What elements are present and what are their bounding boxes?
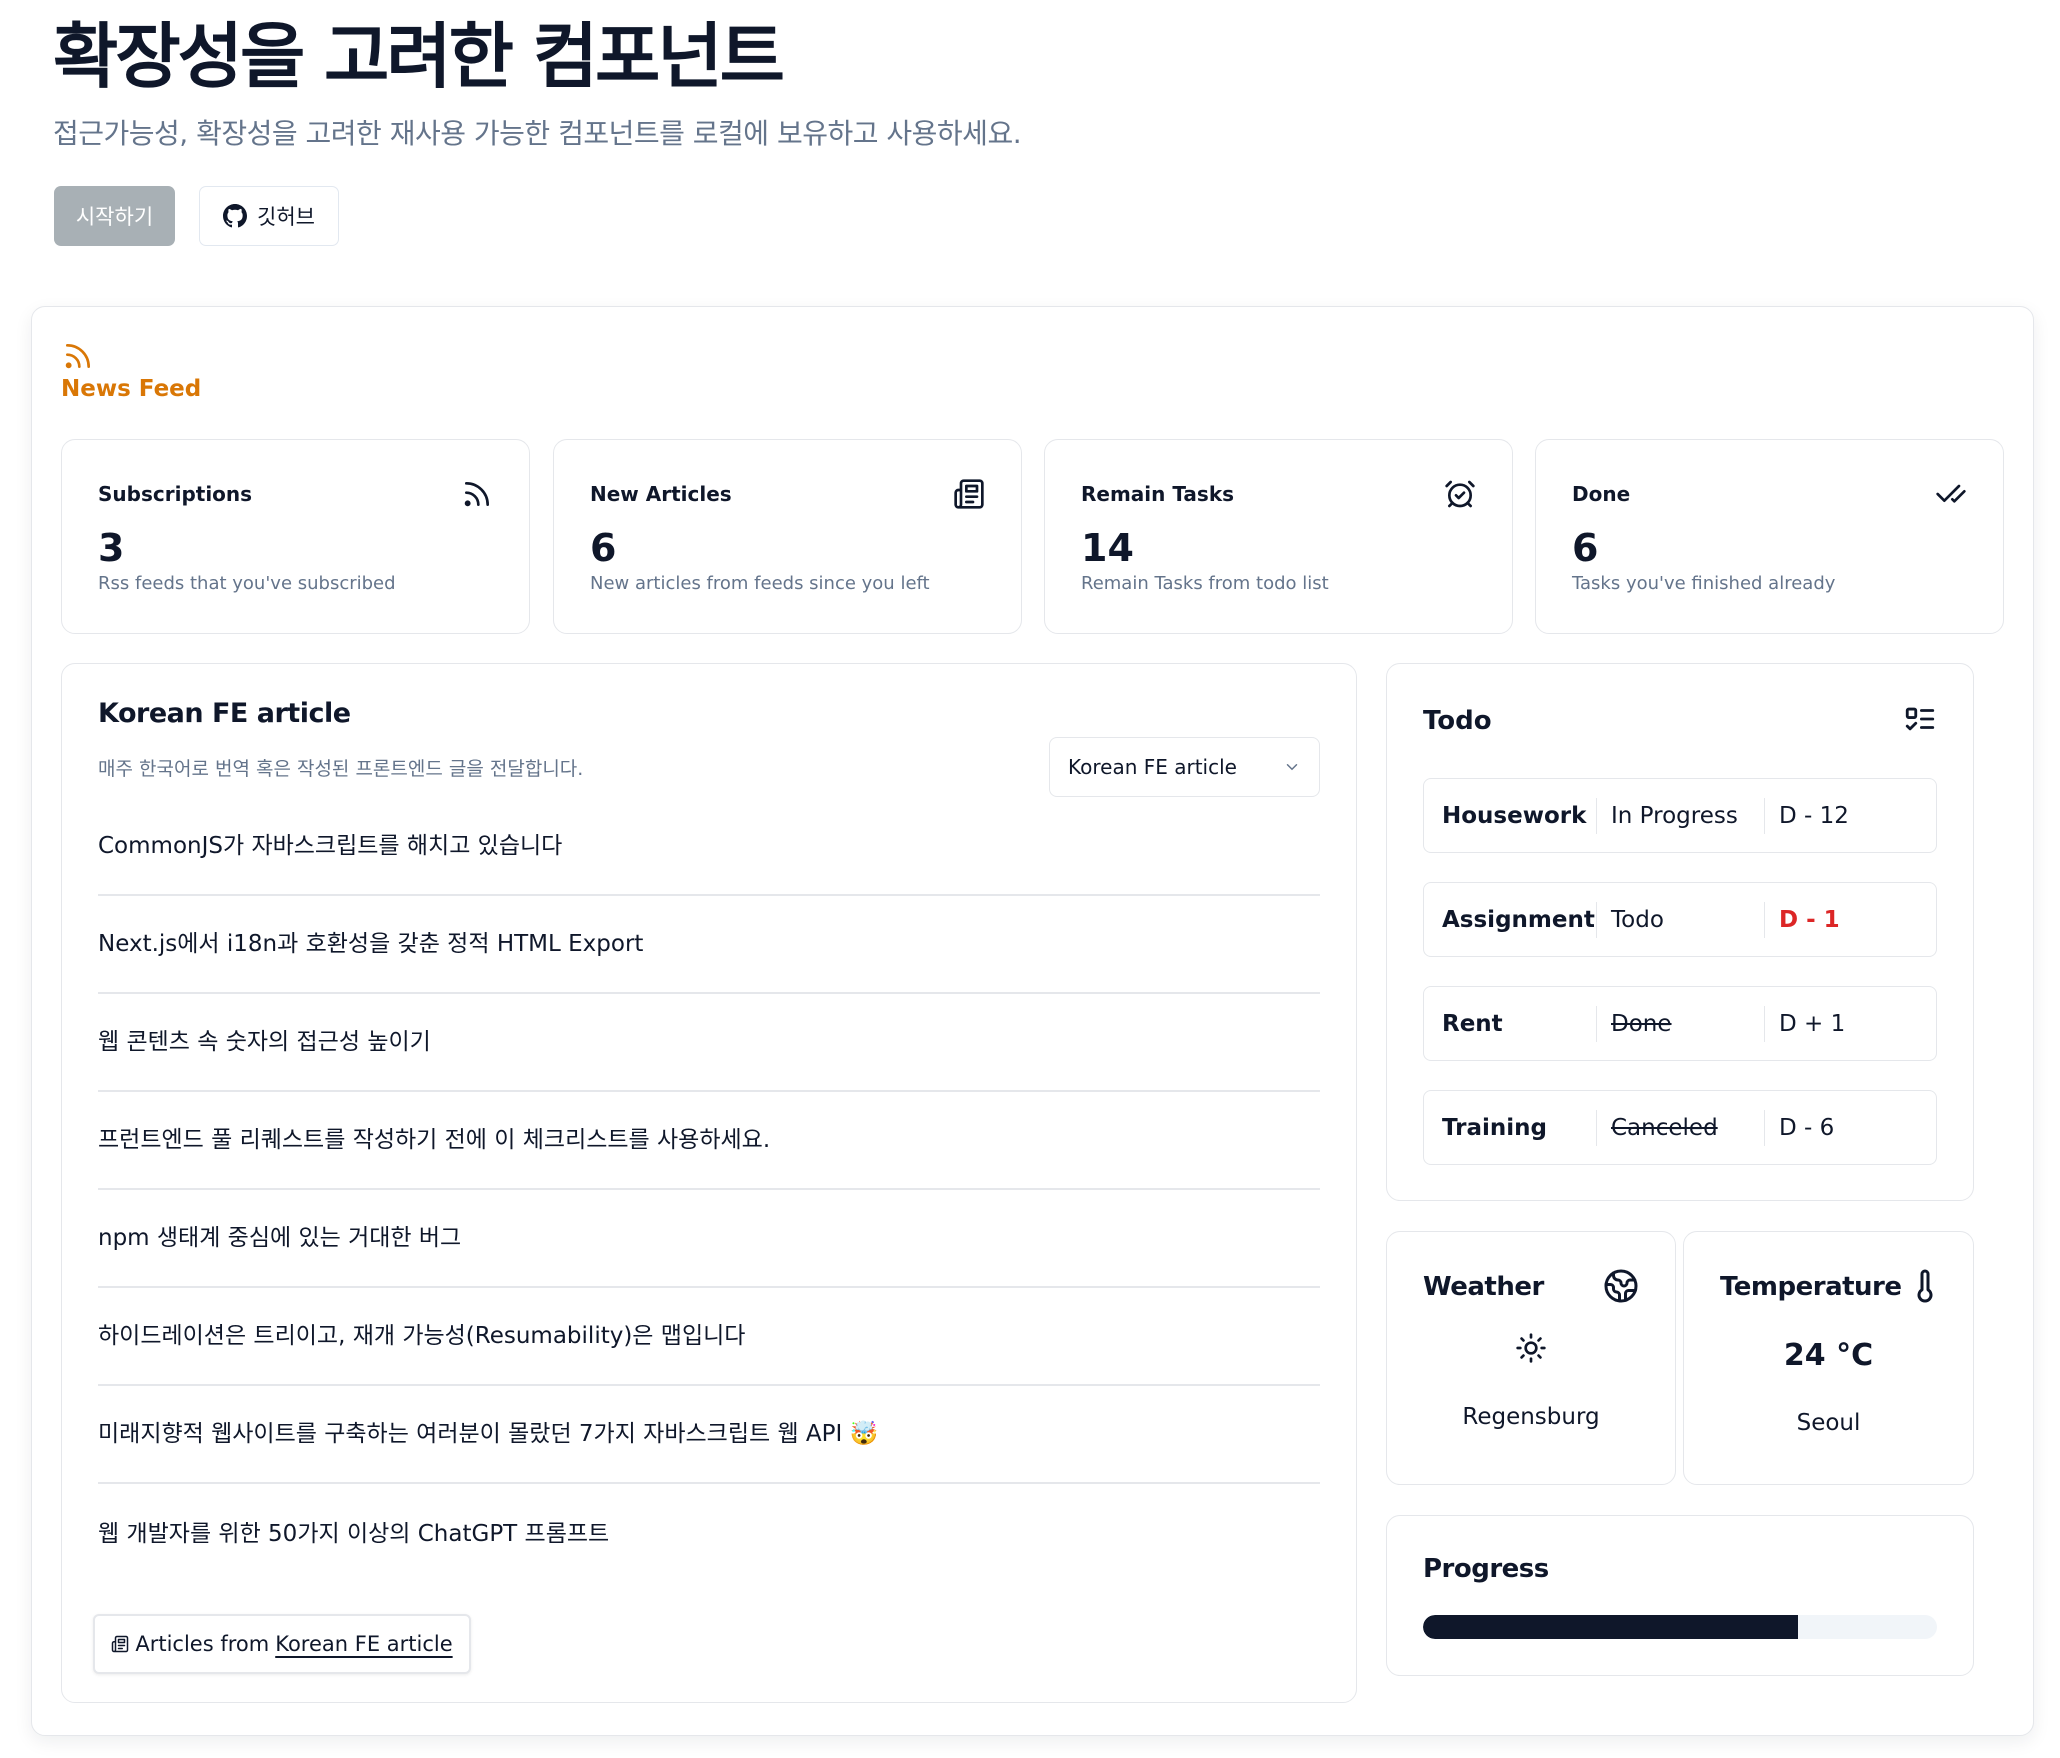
todo-status: Todo: [1596, 901, 1764, 938]
stat-value: 3: [98, 526, 125, 570]
articles-from-button[interactable]: Articles from Korean FE article: [93, 1614, 471, 1674]
stat-label: Done: [1572, 482, 1631, 506]
globe-icon: [1604, 1269, 1638, 1303]
stat-card-done: Done 6 Tasks you've finished already: [1535, 439, 2004, 634]
todo-title: Todo: [1423, 706, 1492, 736]
article-link[interactable]: CommonJS가 자바스크립트를 해치고 있습니다: [98, 798, 1320, 896]
list-todo-icon: [1905, 707, 1935, 731]
stat-value: 6: [1572, 526, 1599, 570]
todo-row[interactable]: Assignment Todo D - 1: [1423, 882, 1937, 957]
todo-name: Rent: [1442, 1010, 1503, 1037]
articles-from-label: Articles from: [135, 1632, 270, 1656]
page-subtitle: 접근가능성, 확장성을 고려한 재사용 가능한 컴포넌트를 로컬에 보유하고 사…: [53, 117, 1022, 150]
progress-bar: [1423, 1615, 1937, 1639]
github-icon: [223, 204, 248, 228]
articles-from-link[interactable]: Korean FE article: [275, 1632, 452, 1656]
article-link[interactable]: 하이드레이션은 트리이고, 재개 가능성(Resumability)은 맵입니다: [98, 1288, 1320, 1386]
article-card-title: Korean FE article: [98, 698, 351, 729]
weather-city: Regensburg: [1462, 1404, 1600, 1430]
temperature-title: Temperature: [1720, 1272, 1902, 1302]
temperature-city: Seoul: [1796, 1410, 1861, 1436]
todo-due: D - 12: [1764, 797, 1849, 834]
todo-name: Assignment: [1442, 906, 1595, 933]
news-feed-title: News Feed: [61, 376, 202, 402]
stat-description: Rss feeds that you've subscribed: [98, 573, 396, 594]
article-link[interactable]: 미래지향적 웹사이트를 구축하는 여러분이 몰랐던 7가지 자바스크립트 웹 A…: [98, 1386, 1320, 1484]
todo-status: Done: [1611, 1010, 1672, 1037]
progress-card: Progress: [1386, 1515, 1974, 1676]
stat-value: 14: [1081, 526, 1134, 570]
stat-card-subscriptions: Subscriptions 3 Rss feeds that you've su…: [61, 439, 530, 634]
article-link[interactable]: 프런트엔드 풀 리퀘스트를 작성하기 전에 이 체크리스트를 사용하세요.: [98, 1092, 1320, 1190]
github-button[interactable]: 깃허브: [199, 186, 339, 246]
article-card-subtitle: 매주 한국어로 번역 혹은 작성된 프론트엔드 글을 전달합니다.: [98, 758, 584, 780]
stat-description: New articles from feeds since you left: [590, 573, 930, 594]
stat-label: New Articles: [590, 482, 732, 506]
todo-card: Todo Housework In Progress D - 12 Assign…: [1386, 663, 1974, 1201]
temperature-card: Temperature 24 °C Seoul: [1683, 1231, 1974, 1485]
todo-name: Training: [1442, 1114, 1548, 1141]
sun-icon: [1516, 1333, 1546, 1363]
stat-description: Tasks you've finished already: [1572, 573, 1836, 594]
double-check-icon: [1936, 484, 1966, 503]
newspaper-icon: [954, 479, 984, 509]
feed-select[interactable]: Korean FE article: [1049, 737, 1320, 797]
article-link[interactable]: Next.js에서 i18n과 호환성을 갖춘 정적 HTML Export: [98, 896, 1320, 994]
feed-select-value: Korean FE article: [1068, 755, 1237, 779]
article-card: Korean FE article 매주 한국어로 번역 혹은 작성된 프론트엔…: [61, 663, 1357, 1703]
stat-label: Subscriptions: [98, 482, 253, 506]
stat-card-remain-tasks: Remain Tasks 14 Remain Tasks from todo l…: [1044, 439, 1513, 634]
stat-value: 6: [590, 526, 617, 570]
alarm-clock-icon: [1445, 480, 1475, 508]
progress-title: Progress: [1423, 1554, 1549, 1584]
todo-due: D - 1: [1764, 901, 1840, 938]
todo-row[interactable]: Training Canceled D - 6: [1423, 1090, 1937, 1165]
todo-name: Housework: [1442, 802, 1587, 829]
chevron-down-icon: [1286, 764, 1298, 771]
article-link[interactable]: npm 생태계 중심에 있는 거대한 버그: [98, 1190, 1320, 1288]
github-label: 깃허브: [257, 206, 315, 229]
article-link[interactable]: 웹 콘텐츠 속 숫자의 접근성 높이기: [98, 994, 1320, 1092]
page-title: 확장성을 고려한 컴포넌트: [53, 15, 785, 98]
todo-row[interactable]: Rent Done D + 1: [1423, 986, 1937, 1061]
article-link[interactable]: 웹 개발자를 위한 50가지 이상의 ChatGPT 프롬프트: [98, 1484, 1320, 1582]
todo-row[interactable]: Housework In Progress D - 12: [1423, 778, 1937, 853]
stat-card-new-articles: New Articles 6 New articles from feeds s…: [553, 439, 1022, 634]
todo-status: Canceled: [1611, 1114, 1718, 1141]
weather-card: Weather Regensburg: [1386, 1231, 1676, 1485]
rss-icon: [65, 344, 90, 369]
thermometer-icon: [1917, 1269, 1933, 1303]
temperature-value: 24 °C: [1783, 1338, 1874, 1373]
stat-label: Remain Tasks: [1081, 482, 1235, 506]
stat-description: Remain Tasks from todo list: [1081, 573, 1329, 594]
newspaper-icon: [112, 1635, 129, 1653]
rss-icon: [464, 482, 489, 507]
article-list: CommonJS가 자바스크립트를 해치고 있습니다 Next.js에서 i18…: [98, 798, 1320, 1582]
todo-status: In Progress: [1596, 797, 1764, 834]
weather-title: Weather: [1423, 1272, 1544, 1302]
start-button[interactable]: 시작하기: [54, 186, 175, 246]
progress-fill: [1423, 1615, 1799, 1639]
todo-due: D - 6: [1764, 1109, 1834, 1146]
todo-due: D + 1: [1764, 1005, 1845, 1042]
